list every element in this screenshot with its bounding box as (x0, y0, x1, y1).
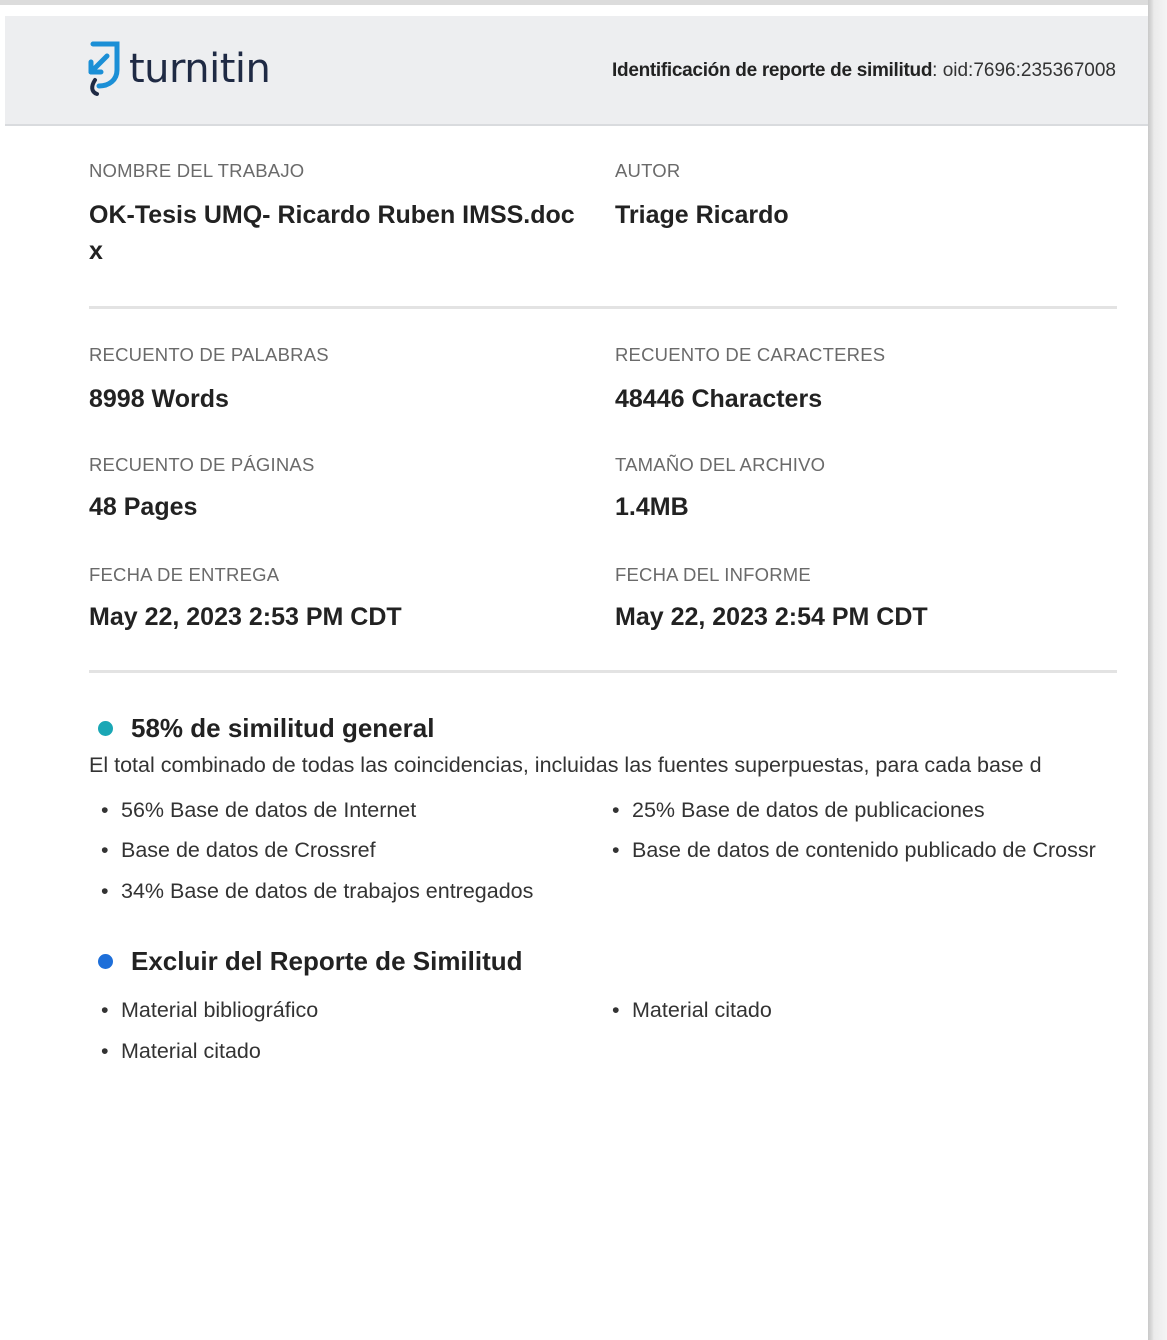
similarity-title: 58% de similitud general (131, 713, 435, 743)
similarity-item: • 34% Base de datos de trabajos entregado… (101, 879, 534, 903)
similarity-item: • 25% Base de datos de publicaciones (612, 798, 985, 822)
top-edge (0, 0, 1167, 5)
page-count-label: RECUENTO DE PÁGINAS (89, 454, 315, 475)
bullet-mark: • (101, 838, 109, 862)
divider-bottom (89, 670, 1117, 673)
similarity-dot-icon (98, 721, 113, 736)
exclude-title: Excluir del Reporte de Similitud (131, 946, 523, 976)
file-size-label: TAMAÑO DEL ARCHIVO (615, 454, 826, 475)
report-date-label: FECHA DEL INFORME (615, 564, 811, 585)
similarity-item: • Base de datos de Crossref (101, 838, 376, 862)
char-count-value: 48446 Characters (615, 385, 823, 413)
page-count-value: 48 Pages (89, 493, 198, 521)
turnitin-logo-icon (88, 41, 120, 96)
report-date-value: May 22, 2023 2:54 PM CDT (615, 603, 928, 631)
job-name-line1: OK-Tesis UMQ- Ricardo Ruben IMSS.doc (89, 201, 575, 229)
bullet-mark: • (101, 798, 109, 822)
logo-text: turnitin (129, 46, 271, 92)
bullet-mark: • (612, 798, 620, 822)
file-size-value: 1.4MB (615, 493, 689, 521)
bullet-mark: • (101, 998, 109, 1022)
submit-date-label: FECHA DE ENTREGA (89, 564, 280, 585)
turnitin-logo: turnitin (87, 40, 271, 98)
bullet-mark: • (101, 879, 109, 903)
report-id-label: Identificación de reporte de similitud (612, 60, 933, 81)
word-count-value: 8998 Words (89, 385, 229, 413)
job-name-line2: x (89, 237, 103, 265)
report-id-separator: : (932, 60, 943, 81)
report-page: turnitin Identificación de reporte de si… (5, 16, 1148, 1340)
author-label: AUTOR (615, 160, 681, 181)
job-name-label: NOMBRE DEL TRABAJO (89, 160, 305, 181)
similarity-heading: 58% de similitud general (98, 713, 434, 744)
exclude-item: • Material citado (612, 998, 772, 1022)
char-count-label: RECUENTO DE CARACTERES (615, 344, 886, 365)
author-value: Triage Ricardo (615, 201, 789, 229)
report-header: turnitin Identificación de reporte de si… (5, 16, 1148, 126)
exclude-heading: Excluir del Reporte de Similitud (98, 946, 523, 977)
divider-top (89, 306, 1117, 309)
bullet-mark: • (612, 998, 620, 1022)
bullet-mark: • (612, 838, 620, 862)
similarity-item: • Base de datos de contenido publicado de… (612, 838, 1096, 862)
report-id-value: oid:7696:235367008 (942, 60, 1116, 81)
submit-date-value: May 22, 2023 2:53 PM CDT (89, 603, 402, 631)
exclude-item: • Material bibliográfico (101, 998, 319, 1022)
page-shadow (1148, 0, 1167, 1340)
exclude-dot-icon (98, 954, 113, 969)
bullet-mark: • (101, 1039, 109, 1063)
similarity-description: El total combinado de todas las coincide… (89, 753, 1042, 777)
word-count-label: RECUENTO DE PALABRAS (89, 344, 329, 365)
similarity-item: • 56% Base de datos de Internet (101, 798, 417, 822)
report-id: Identificación de reporte de similitud: … (612, 60, 1116, 82)
exclude-item: • Material citado (101, 1039, 261, 1063)
